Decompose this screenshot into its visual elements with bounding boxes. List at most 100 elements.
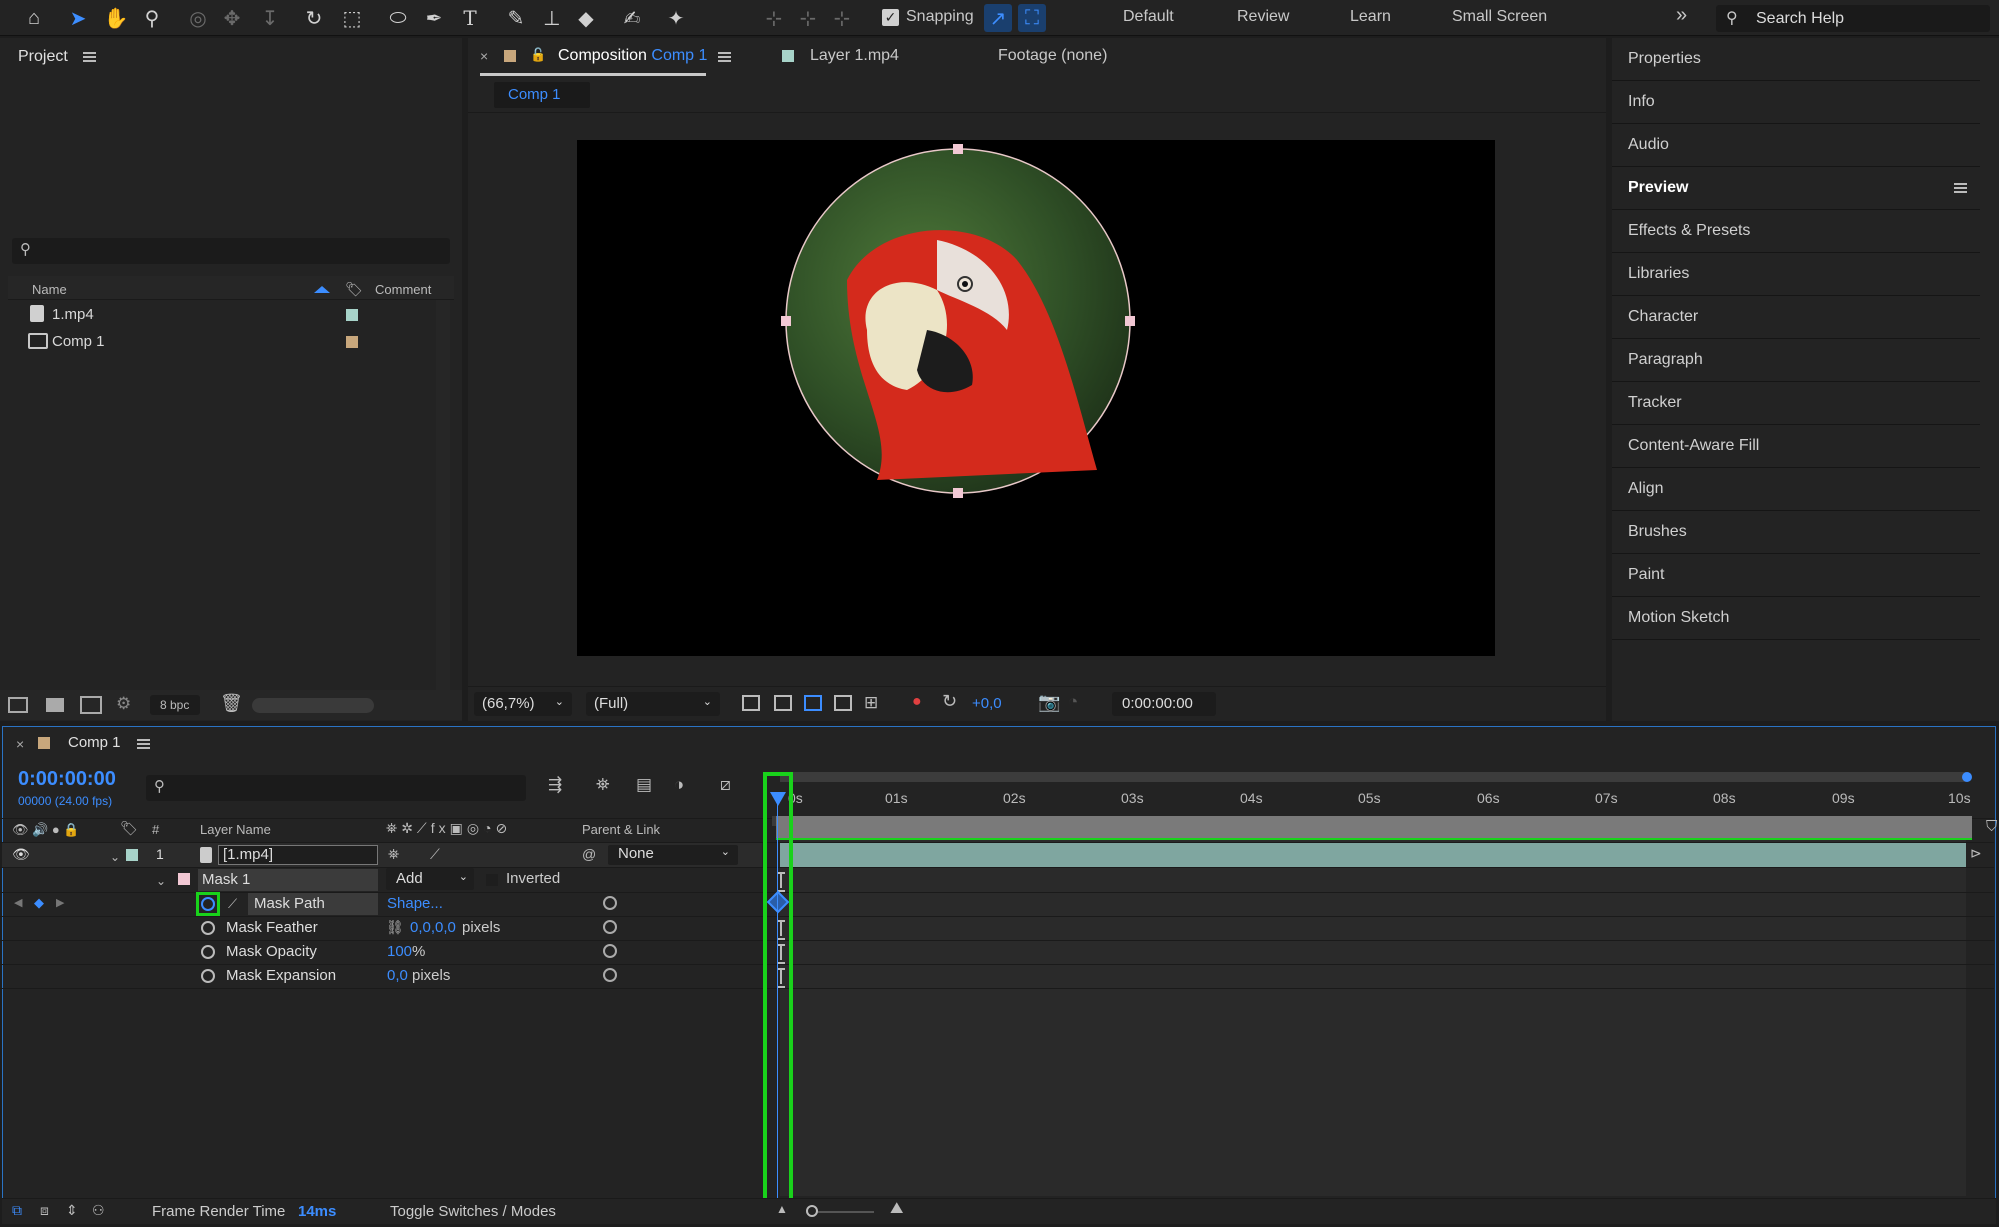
expression-pick-whip-icon[interactable] — [603, 920, 617, 934]
mask-path-value[interactable]: Shape... — [387, 895, 443, 912]
thumbnail-zoom-slider[interactable] — [252, 698, 374, 713]
zoom-tool-icon[interactable]: ⚲ — [138, 4, 166, 32]
mask-vertex-handle[interactable] — [953, 144, 963, 154]
layer-duration-bar[interactable] — [780, 843, 1966, 867]
zoom-in-icon[interactable]: ⛰ — [890, 1200, 903, 1218]
panel-paint[interactable]: Paint — [1612, 554, 1980, 597]
bit-depth-button[interactable]: 8 bpc — [150, 695, 200, 715]
render-time-pane-icon[interactable]: ⚇ — [92, 1202, 105, 1219]
panel-preview[interactable]: Preview — [1612, 167, 1980, 210]
column-layer-name[interactable]: Layer Name — [200, 822, 271, 837]
clone-stamp-tool-icon[interactable]: ⊥ — [538, 4, 566, 32]
composition-mini-flowchart-icon[interactable]: ⇶ — [548, 775, 562, 795]
puppet-pin-tool-icon[interactable]: ✦ — [662, 4, 690, 32]
work-area-bar[interactable] — [780, 772, 1966, 782]
label-tag-icon[interactable]: 🏷 — [120, 820, 138, 837]
home-icon[interactable]: ⌂ — [20, 4, 48, 32]
panel-libraries[interactable]: Libraries — [1612, 253, 1980, 296]
ellipse-tool-icon[interactable]: ⬭ — [384, 4, 412, 32]
toggle-switches-modes-button[interactable]: Toggle Switches / Modes — [390, 1203, 556, 1220]
close-tab-icon[interactable]: × — [16, 736, 24, 752]
column-comment[interactable]: Comment — [375, 282, 431, 297]
comp-breadcrumb[interactable]: Comp 1 — [494, 82, 590, 108]
type-tool-icon[interactable]: T — [456, 4, 484, 32]
magnification-dropdown[interactable]: (66,7%) ⌄ — [474, 692, 572, 716]
tab-composition[interactable]: Composition Comp 1 — [558, 47, 707, 65]
sort-ascending-icon[interactable] — [314, 286, 330, 293]
constrain-proportions-icon[interactable]: ⛓ — [386, 919, 404, 936]
channels-icon[interactable]: ● — [912, 693, 922, 711]
keyframe-toggle-icon[interactable]: ◆ — [34, 895, 44, 911]
draft-3d-icon[interactable]: ⛯ — [596, 775, 610, 795]
in-out-pane-icon[interactable]: ⇕ — [66, 1202, 78, 1219]
search-help-field[interactable]: ⚲ Search Help — [1716, 5, 1990, 32]
tab-footage[interactable]: Footage (none) — [998, 47, 1107, 65]
mask-opacity-value[interactable]: 100 — [387, 943, 412, 960]
axis-world-icon[interactable]: ⊹ — [794, 4, 822, 32]
timeline-zoom-handle[interactable] — [806, 1205, 818, 1217]
layer-end-icon[interactable]: ⊳ — [1970, 845, 1982, 862]
layer-switches-pane-icon[interactable]: ⧉ — [12, 1202, 22, 1219]
stopwatch-icon[interactable] — [201, 897, 215, 911]
timeline-search-input[interactable]: ⚲ — [146, 775, 526, 801]
pick-whip-icon[interactable]: @ — [582, 846, 596, 862]
new-folder-icon[interactable] — [46, 698, 64, 712]
axis-local-icon[interactable]: ⊹ — [760, 4, 788, 32]
stopwatch-icon[interactable] — [201, 921, 215, 935]
label-color-swatch[interactable] — [346, 309, 358, 321]
visibility-eye-icon[interactable]: 👁 — [12, 846, 30, 863]
expression-pick-whip-icon[interactable] — [603, 896, 617, 910]
workspace-small-screen[interactable]: Small Screen — [1452, 8, 1547, 26]
transfer-controls-pane-icon[interactable]: ⧈ — [40, 1202, 49, 1219]
motion-blur-icon[interactable]: ◑ — [674, 775, 684, 795]
snapshot-camera-icon[interactable]: 📷 — [1038, 692, 1060, 713]
inverted-checkbox[interactable] — [486, 874, 498, 886]
hand-tool-icon[interactable]: ✋ — [102, 4, 130, 32]
comp-marker-bin-icon[interactable]: ⛉ — [1986, 818, 1997, 835]
parent-dropdown[interactable]: None ⌄ — [608, 845, 738, 865]
mask-feather-value[interactable]: 0,0,0,0 — [410, 919, 456, 936]
show-snapshot-icon[interactable]: ◔ — [1068, 692, 1078, 712]
region-of-interest-icon[interactable] — [834, 695, 852, 711]
panel-align[interactable]: Align — [1612, 468, 1980, 511]
workspace-learn[interactable]: Learn — [1350, 8, 1391, 26]
panel-info[interactable]: Info — [1612, 81, 1980, 124]
exposure-value[interactable]: +0,0 — [972, 695, 1002, 712]
pen-tool-icon[interactable]: ✒ — [420, 4, 448, 32]
mask-vertex-handle[interactable] — [953, 488, 963, 498]
project-settings-icon[interactable]: ⚙ — [116, 694, 131, 714]
shy-layers-icon[interactable]: ▤ — [636, 775, 652, 795]
panel-paragraph[interactable]: Paragraph — [1612, 339, 1980, 382]
panel-tracker[interactable]: Tracker — [1612, 382, 1980, 425]
work-area-end-handle[interactable] — [1962, 772, 1972, 782]
grid-guides-icon[interactable]: ⊞ — [864, 693, 878, 713]
trash-icon[interactable]: 🗑 — [220, 693, 243, 714]
column-name[interactable]: Name — [32, 282, 67, 297]
roto-brush-tool-icon[interactable]: ✍ — [618, 4, 646, 32]
resolution-dropdown[interactable]: (Full) ⌄ — [586, 692, 720, 716]
panel-character[interactable]: Character — [1612, 296, 1980, 339]
property-mask-path-label[interactable]: Mask Path — [248, 893, 378, 915]
workspace-overflow-icon[interactable]: » — [1676, 4, 1687, 27]
rotation-tool-icon[interactable]: ↻ — [300, 4, 328, 32]
brush-tool-icon[interactable]: ✎ — [502, 4, 530, 32]
panel-properties[interactable]: Properties — [1612, 38, 1980, 81]
timeline-tab-title[interactable]: Comp 1 — [68, 734, 121, 751]
project-scrollbar[interactable] — [436, 300, 450, 690]
panel-motion-sketch[interactable]: Motion Sketch — [1612, 597, 1980, 640]
mask-vertex-handle[interactable] — [1125, 316, 1135, 326]
workspace-default[interactable]: Default — [1123, 8, 1174, 26]
axis-view-icon[interactable]: ⊹ — [828, 4, 856, 32]
dolly-camera-icon[interactable]: ↧ — [256, 4, 284, 32]
panel-brushes[interactable]: Brushes — [1612, 511, 1980, 554]
pan-camera-icon[interactable]: ✥ — [218, 4, 246, 32]
expression-pick-whip-icon[interactable] — [603, 944, 617, 958]
mask-expansion-value[interactable]: 0,0 — [387, 967, 408, 984]
interpret-footage-icon[interactable] — [8, 697, 28, 713]
layer-name-field[interactable]: [1.mp4] — [218, 845, 378, 865]
stopwatch-icon[interactable] — [201, 945, 215, 959]
toggle-mask-visibility-icon[interactable] — [804, 695, 822, 711]
panel-effects-presets[interactable]: Effects & Presets — [1612, 210, 1980, 253]
new-composition-icon[interactable] — [80, 696, 102, 714]
project-item[interactable]: Comp 1 — [8, 329, 454, 355]
